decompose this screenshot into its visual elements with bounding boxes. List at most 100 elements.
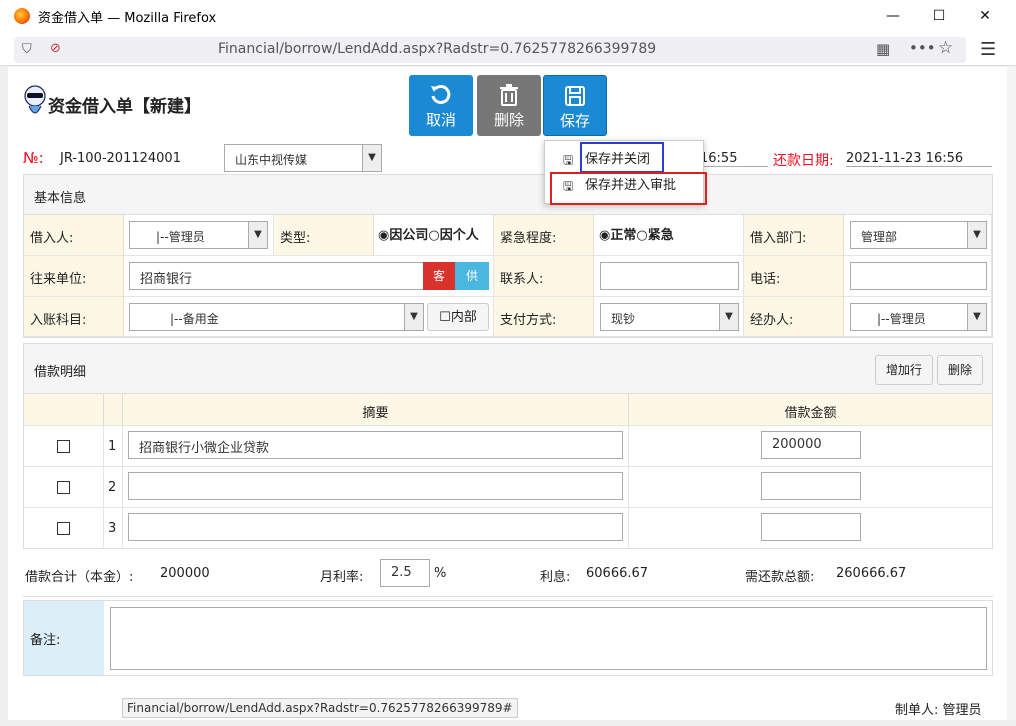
chevron-down-icon: ▼ [967, 222, 986, 248]
undo-icon [431, 84, 451, 104]
floppy-disk-icon: 🖫 [563, 153, 574, 167]
interest-label: 利息: [540, 570, 571, 585]
borrower-select[interactable]: |--管理员 ▼ [129, 221, 268, 249]
type-option-personal[interactable]: 因个人 [440, 228, 479, 243]
principal-value: 200000 [160, 566, 210, 581]
dept-cell: 管理部 ▼ [844, 215, 992, 256]
chevron-down-icon: ▼ [362, 145, 381, 171]
dept-value: 管理部 [861, 230, 898, 244]
chevron-down-icon: ▼ [248, 222, 267, 248]
summary-input[interactable] [128, 513, 623, 541]
more-icon[interactable]: ••• [909, 39, 936, 57]
internal-checkbox-button[interactable]: ☐内部 [427, 303, 489, 331]
handler-select[interactable]: |--管理员 ▼ [850, 303, 987, 331]
chevron-down-icon: ▼ [967, 304, 986, 330]
company-select[interactable]: 山东中视传媒 ▼ [224, 144, 382, 172]
customer-button[interactable]: 客 [423, 262, 455, 290]
close-icon[interactable]: ✕ [962, 0, 1008, 32]
pay-method-select[interactable]: 现钞 ▼ [600, 303, 739, 331]
shield-icon[interactable]: ⛉ [22, 42, 32, 57]
mascot-logo-icon [24, 84, 46, 120]
background-page-strip [1007, 67, 1016, 720]
borrower-label: 借入人: [24, 215, 124, 256]
account-value: |--备用金 [170, 312, 219, 326]
phone-input[interactable] [850, 262, 987, 290]
amount-input[interactable] [761, 472, 861, 500]
menu-icon[interactable]: ☰ [980, 39, 996, 60]
checkbox-icon[interactable]: ☐ [439, 310, 451, 325]
highlight-box-blue [580, 142, 664, 173]
table-row: 2 [24, 467, 992, 508]
repay-date-field[interactable]: 2021-11-23 16:56 [846, 151, 992, 167]
interest-value: 60666.67 [586, 566, 649, 581]
url-text[interactable]: Financial/borrow/LendAdd.aspx?Radstr=0.7… [218, 41, 656, 57]
radio-unchecked-icon[interactable]: ○ [428, 228, 439, 243]
amount-input[interactable] [761, 513, 861, 541]
add-row-button[interactable]: 增加行 [875, 355, 933, 385]
radio-checked-icon[interactable]: ◉ [378, 228, 389, 243]
handler-value: |--管理员 [877, 312, 926, 326]
number-label: №: [23, 149, 44, 167]
bookmark-star-icon[interactable]: ☆ [938, 38, 953, 58]
unit-input[interactable]: 招商银行 [129, 262, 424, 290]
radio-unchecked-icon[interactable]: ○ [636, 228, 647, 243]
permissions-icon[interactable]: ⊘ [50, 41, 61, 56]
row-number: 2 [108, 480, 117, 495]
handler-cell: |--管理员 ▼ [844, 297, 992, 337]
delete-button[interactable]: 删除 [477, 75, 541, 136]
pay-method-label: 支付方式: [494, 297, 594, 337]
summary-input[interactable] [128, 472, 623, 500]
number-value: JR-100-201124001 [60, 151, 181, 166]
row-checkbox[interactable] [57, 481, 70, 494]
table-row: 1 招商银行小微企业贷款 200000 [24, 426, 992, 467]
minimize-icon[interactable]: — [870, 0, 916, 32]
total-repay-label: 需还款总额: [745, 570, 815, 585]
loan-detail-title: 借款明细 [34, 365, 87, 380]
save-button[interactable]: 保存 [543, 75, 607, 136]
trash-icon [500, 84, 518, 106]
url-bar: ⛉ ⊘ Financial/borrow/LendAdd.aspx?Radstr… [0, 32, 1016, 66]
table-header: 摘要 借款金额 [24, 394, 992, 426]
pay-method-cell: 现钞 ▼ [594, 297, 744, 337]
borrower-value: |--管理员 [156, 230, 205, 244]
type-option-company[interactable]: 因公司 [389, 228, 428, 243]
delete-row-button[interactable]: 删除 [937, 355, 983, 385]
dept-select[interactable]: 管理部 ▼ [850, 221, 987, 249]
summary-input[interactable]: 招商银行小微企业贷款 [128, 431, 623, 459]
amount-input[interactable]: 200000 [761, 431, 861, 459]
repay-date-label: 还款日期: [773, 153, 834, 169]
dept-label: 借入部门: [744, 215, 844, 256]
save-label: 保存 [559, 112, 590, 130]
unit-label: 往来单位: [24, 256, 124, 297]
column-divider [103, 426, 104, 548]
rate-input[interactable]: 2.5 [380, 559, 430, 587]
window-title: 资金借入单 — Mozilla Firefox [38, 11, 217, 26]
chevron-down-icon: ▼ [404, 304, 423, 330]
cancel-button[interactable]: 取消 [409, 75, 473, 136]
qr-code-icon[interactable]: ▦ [876, 40, 890, 58]
rate-unit: % [434, 566, 447, 581]
radio-checked-icon[interactable]: ◉ [599, 228, 610, 243]
basic-info-title: 基本信息 [34, 191, 87, 206]
remarks-textarea[interactable] [110, 607, 987, 670]
contact-label: 联系人: [494, 256, 594, 297]
address-field[interactable]: ⛉ ⊘ Financial/borrow/LendAdd.aspx?Radstr… [14, 37, 966, 63]
contact-input[interactable] [600, 262, 739, 290]
urgency-option-normal[interactable]: 正常 [610, 228, 636, 243]
principal-label: 借款合计（本金）: [25, 570, 134, 585]
floppy-disk-icon [565, 86, 585, 106]
type-radio-group: ◉因公司○因个人 [374, 215, 494, 256]
phone-cell [844, 256, 992, 297]
unit-cell: 招商银行 客 供 [124, 256, 494, 297]
maximize-icon[interactable]: ☐ [916, 0, 962, 32]
remarks-row: 备注: [23, 600, 993, 676]
row-number: 3 [108, 521, 117, 536]
urgency-option-urgent[interactable]: 紧急 [648, 228, 674, 243]
row-checkbox[interactable] [57, 522, 70, 535]
supplier-button[interactable]: 供 [455, 262, 489, 290]
date-time-field[interactable]: 16:55 [700, 151, 768, 167]
account-select[interactable]: |--备用金 ▼ [129, 303, 424, 331]
row-number: 1 [108, 439, 117, 454]
row-checkbox[interactable] [57, 440, 70, 453]
creator-label: 制单人: 管理员 [895, 703, 982, 718]
